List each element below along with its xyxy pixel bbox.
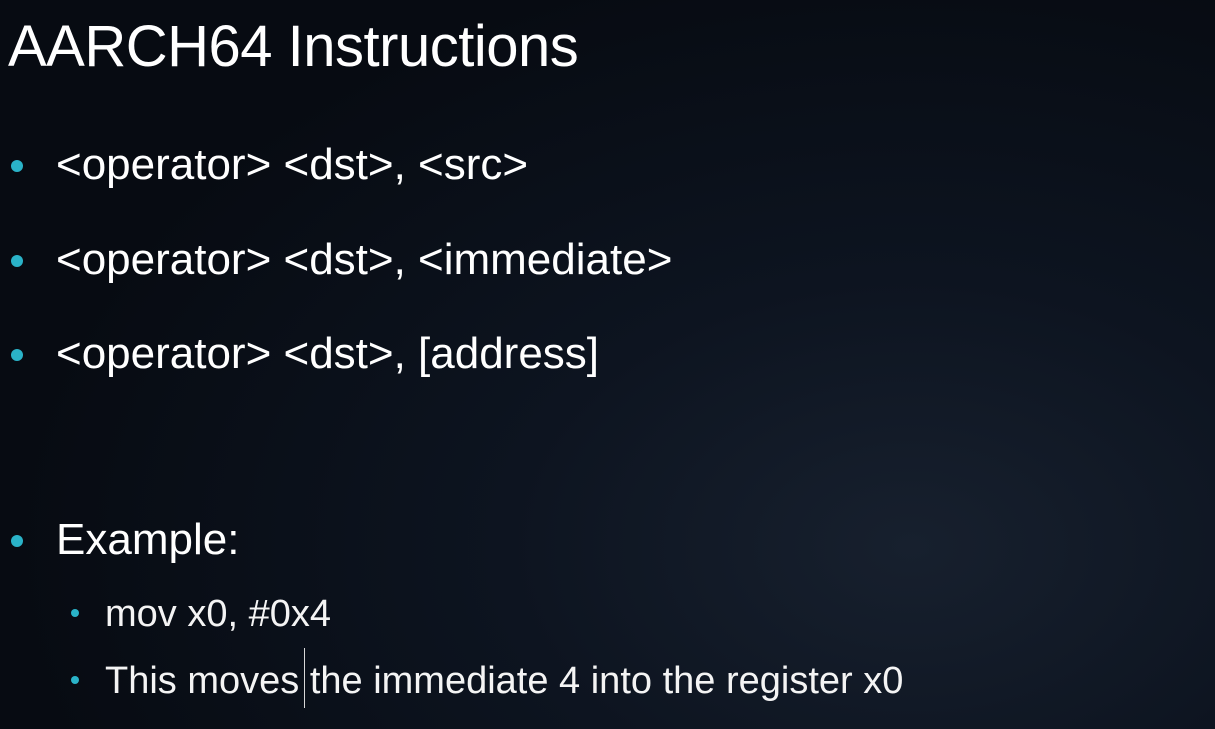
bullet-text: <operator> <dst>, <src>	[56, 140, 529, 189]
bullet-icon	[11, 160, 23, 172]
sub-bullet-icon	[71, 609, 79, 617]
bullet-text: Example:	[56, 515, 240, 564]
bullet-icon	[11, 349, 23, 361]
bullet-icon	[11, 255, 23, 267]
text-cursor	[304, 648, 305, 708]
bullet-icon	[11, 535, 23, 547]
bullet-text: <operator> <dst>, <immediate>	[56, 235, 673, 284]
sub-bullet-icon	[71, 676, 79, 684]
presentation-slide: AARCH64 Instructions <operator> <dst>, <…	[0, 0, 1215, 729]
slide-title: AARCH64 Instructions	[8, 14, 579, 79]
bullet-text: <operator> <dst>, [address]	[56, 329, 600, 378]
sub-bullet-text: This moves the immediate 4 into the regi…	[105, 660, 904, 702]
sub-bullet-text: mov x0, #0x4	[105, 593, 331, 635]
